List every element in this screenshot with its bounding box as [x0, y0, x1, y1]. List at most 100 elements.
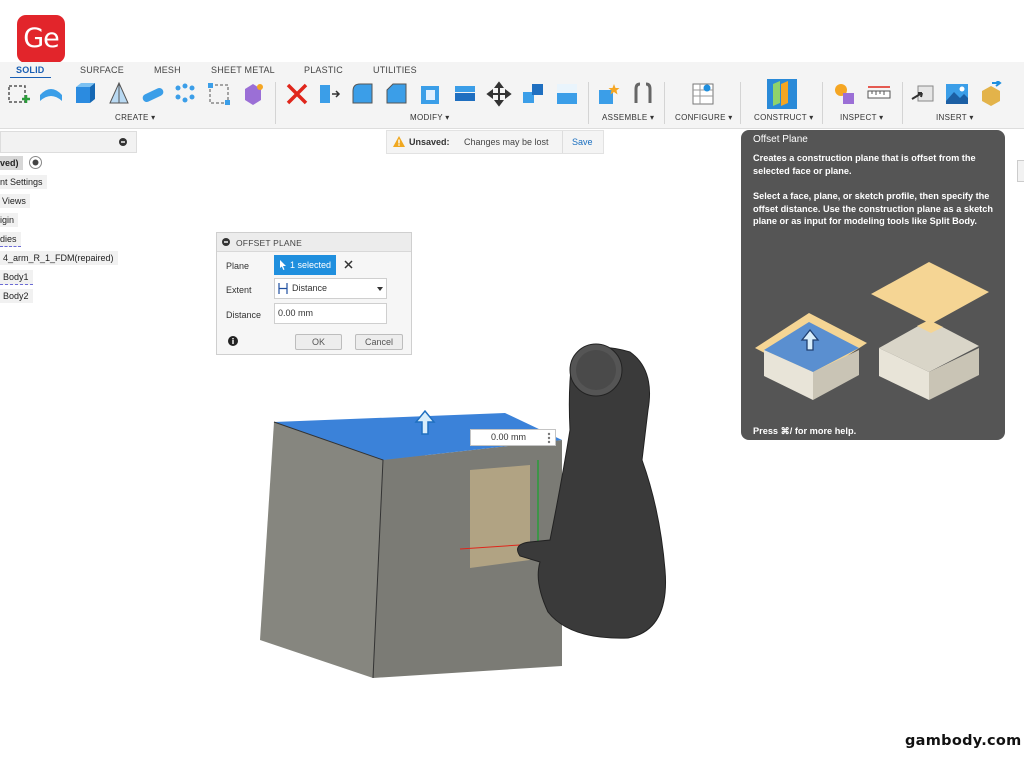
active-radio-icon[interactable]	[29, 156, 42, 169]
browser-item-mesh-body[interactable]: 4_arm_R_1_FDM(repaired)	[0, 251, 118, 265]
watermark: gambody.com	[905, 733, 1022, 749]
tooltip-description: Creates a construction plane that is off…	[753, 153, 976, 176]
tab-surface[interactable]: SURFACE	[80, 65, 124, 75]
delete-icon[interactable]	[284, 81, 310, 107]
dialog-title: OFFSET PLANE	[236, 238, 303, 248]
move-icon[interactable]	[486, 81, 512, 107]
press-pull-icon[interactable]	[316, 81, 342, 107]
browser-item-label: Body1	[3, 272, 29, 282]
insert-mcmaster-icon[interactable]	[978, 81, 1004, 107]
collapse-icon[interactable]	[119, 138, 127, 146]
insert-canvas-icon[interactable]	[944, 81, 970, 107]
unsaved-message: Changes may be lost	[464, 137, 549, 147]
measure-icon[interactable]	[866, 81, 892, 107]
tooltip-title: Offset Plane	[753, 134, 808, 145]
extent-value: Distance	[292, 283, 328, 293]
create-sketch-icon[interactable]	[6, 81, 32, 107]
insert-derive-icon[interactable]	[910, 81, 936, 107]
inline-distance-input[interactable]: 0.00 mm	[470, 429, 556, 446]
save-button[interactable]: Save	[572, 137, 593, 147]
clear-selection-icon[interactable]	[344, 260, 353, 269]
plane-label: Plane	[226, 261, 250, 271]
status-divider	[562, 131, 563, 153]
dialog-title-bar[interactable]: OFFSET PLANE	[217, 233, 411, 252]
cancel-button[interactable]: Cancel	[355, 334, 403, 350]
pattern-icon[interactable]	[172, 81, 198, 107]
chamfer-icon[interactable]	[384, 81, 410, 107]
configure-menu[interactable]: CONFIGURE ▾	[675, 113, 733, 122]
toolbar-divider	[822, 82, 823, 124]
browser-item-body1[interactable]: Body1	[0, 270, 33, 285]
pipe-icon[interactable]	[140, 81, 166, 107]
offset-plane-icon[interactable]	[766, 78, 798, 110]
distance-label: Distance	[226, 310, 262, 320]
create-form-icon[interactable]	[38, 81, 64, 107]
ribbon-tabs: SOLID SURFACE MESH SHEET METAL PLASTIC U…	[0, 62, 1024, 79]
warning-icon	[393, 136, 405, 147]
info-icon[interactable]	[228, 336, 238, 346]
fillet-icon[interactable]	[350, 81, 376, 107]
shell-icon[interactable]	[418, 81, 444, 107]
align-icon[interactable]	[520, 81, 546, 107]
interference-icon[interactable]	[832, 81, 858, 107]
tab-plastic[interactable]: PLASTIC	[304, 65, 343, 75]
assemble-menu[interactable]: ASSEMBLE ▾	[602, 113, 654, 122]
browser-item-document-settings[interactable]: nt Settings	[0, 175, 47, 189]
browser-item-origin[interactable]: igin	[0, 213, 19, 227]
construct-menu[interactable]: CONSTRUCT ▾	[754, 113, 814, 122]
cursor-icon	[280, 260, 286, 270]
browser-item-named-views[interactable]: Views	[0, 194, 30, 208]
new-component-icon[interactable]	[596, 81, 622, 107]
plane-selection-button[interactable]: 1 selected	[274, 255, 336, 275]
model-viewport[interactable]	[250, 330, 680, 690]
extent-select[interactable]: Distance	[274, 278, 387, 299]
collapse-dialog-icon[interactable]	[222, 238, 230, 246]
browser-item-label: 4_arm_R_1_FDM(repaired)	[3, 253, 114, 263]
plane-selection-value: 1 selected	[290, 260, 332, 270]
revolve-icon[interactable]	[106, 81, 132, 107]
browser-item-label: igin	[0, 215, 15, 225]
tab-sheet-metal[interactable]: SHEET METAL	[211, 65, 275, 75]
distance-extent-icon	[278, 283, 288, 294]
tab-mesh[interactable]: MESH	[154, 65, 181, 75]
gambody-logo: Ge	[17, 15, 65, 63]
tooltip-instructions: Select a face, plane, or sketch profile,…	[753, 191, 993, 226]
browser-item-label: Views	[2, 196, 26, 206]
unsaved-label: Unsaved:	[409, 137, 450, 147]
browser-item-document[interactable]: ved)	[0, 156, 23, 170]
toolbar-divider	[664, 82, 665, 124]
browser-item-bodies[interactable]: dies	[0, 232, 21, 247]
ok-button[interactable]: OK	[295, 334, 342, 350]
tooltip-help-hint: Press ⌘/ for more help.	[753, 426, 857, 436]
toolbar-divider	[588, 82, 589, 124]
mesh-arm-socket-inner	[576, 350, 616, 390]
ribbon-toolbar: CREATE ▾ MODIFY ▾ ASSEMBLE ▾ CONFIGURE ▾…	[0, 78, 1024, 129]
toolbar-divider	[275, 82, 276, 124]
tab-solid[interactable]: SOLID	[10, 65, 50, 79]
insert-menu[interactable]: INSERT ▾	[936, 113, 974, 122]
extrude-icon[interactable]	[72, 81, 98, 107]
extent-label: Extent	[226, 285, 252, 295]
more-options-icon[interactable]	[546, 432, 552, 444]
inline-distance-value: 0.00 mm	[491, 432, 527, 442]
distance-input[interactable]: 0.00 mm	[274, 303, 387, 324]
toolbar-divider	[740, 82, 741, 124]
split-face-icon[interactable]	[554, 81, 580, 107]
offset-plane-dialog: OFFSET PLANE Plane 1 selected Extent Dis…	[216, 232, 412, 355]
offset-plane-tooltip: Offset Plane Creates a construction plan…	[741, 130, 1005, 440]
inspect-menu[interactable]: INSPECT ▾	[840, 113, 883, 122]
joint-icon[interactable]	[630, 81, 656, 107]
combine-icon[interactable]	[452, 81, 478, 107]
browser-item-body2[interactable]: Body2	[0, 289, 33, 303]
create-menu[interactable]: CREATE ▾	[115, 113, 156, 122]
mirror-icon[interactable]	[206, 81, 232, 107]
unsaved-status-bar: Unsaved: Changes may be lost Save	[386, 130, 604, 154]
browser-item-label: Body2	[3, 291, 29, 301]
browser-panel-header	[0, 131, 137, 153]
derive-icon[interactable]	[240, 81, 266, 107]
tab-utilities[interactable]: UTILITIES	[373, 65, 417, 75]
modify-menu[interactable]: MODIFY ▾	[410, 113, 450, 122]
distance-value: 0.00 mm	[278, 308, 314, 318]
viewcube-edge[interactable]	[1017, 160, 1024, 182]
configure-table-icon[interactable]	[690, 81, 716, 107]
